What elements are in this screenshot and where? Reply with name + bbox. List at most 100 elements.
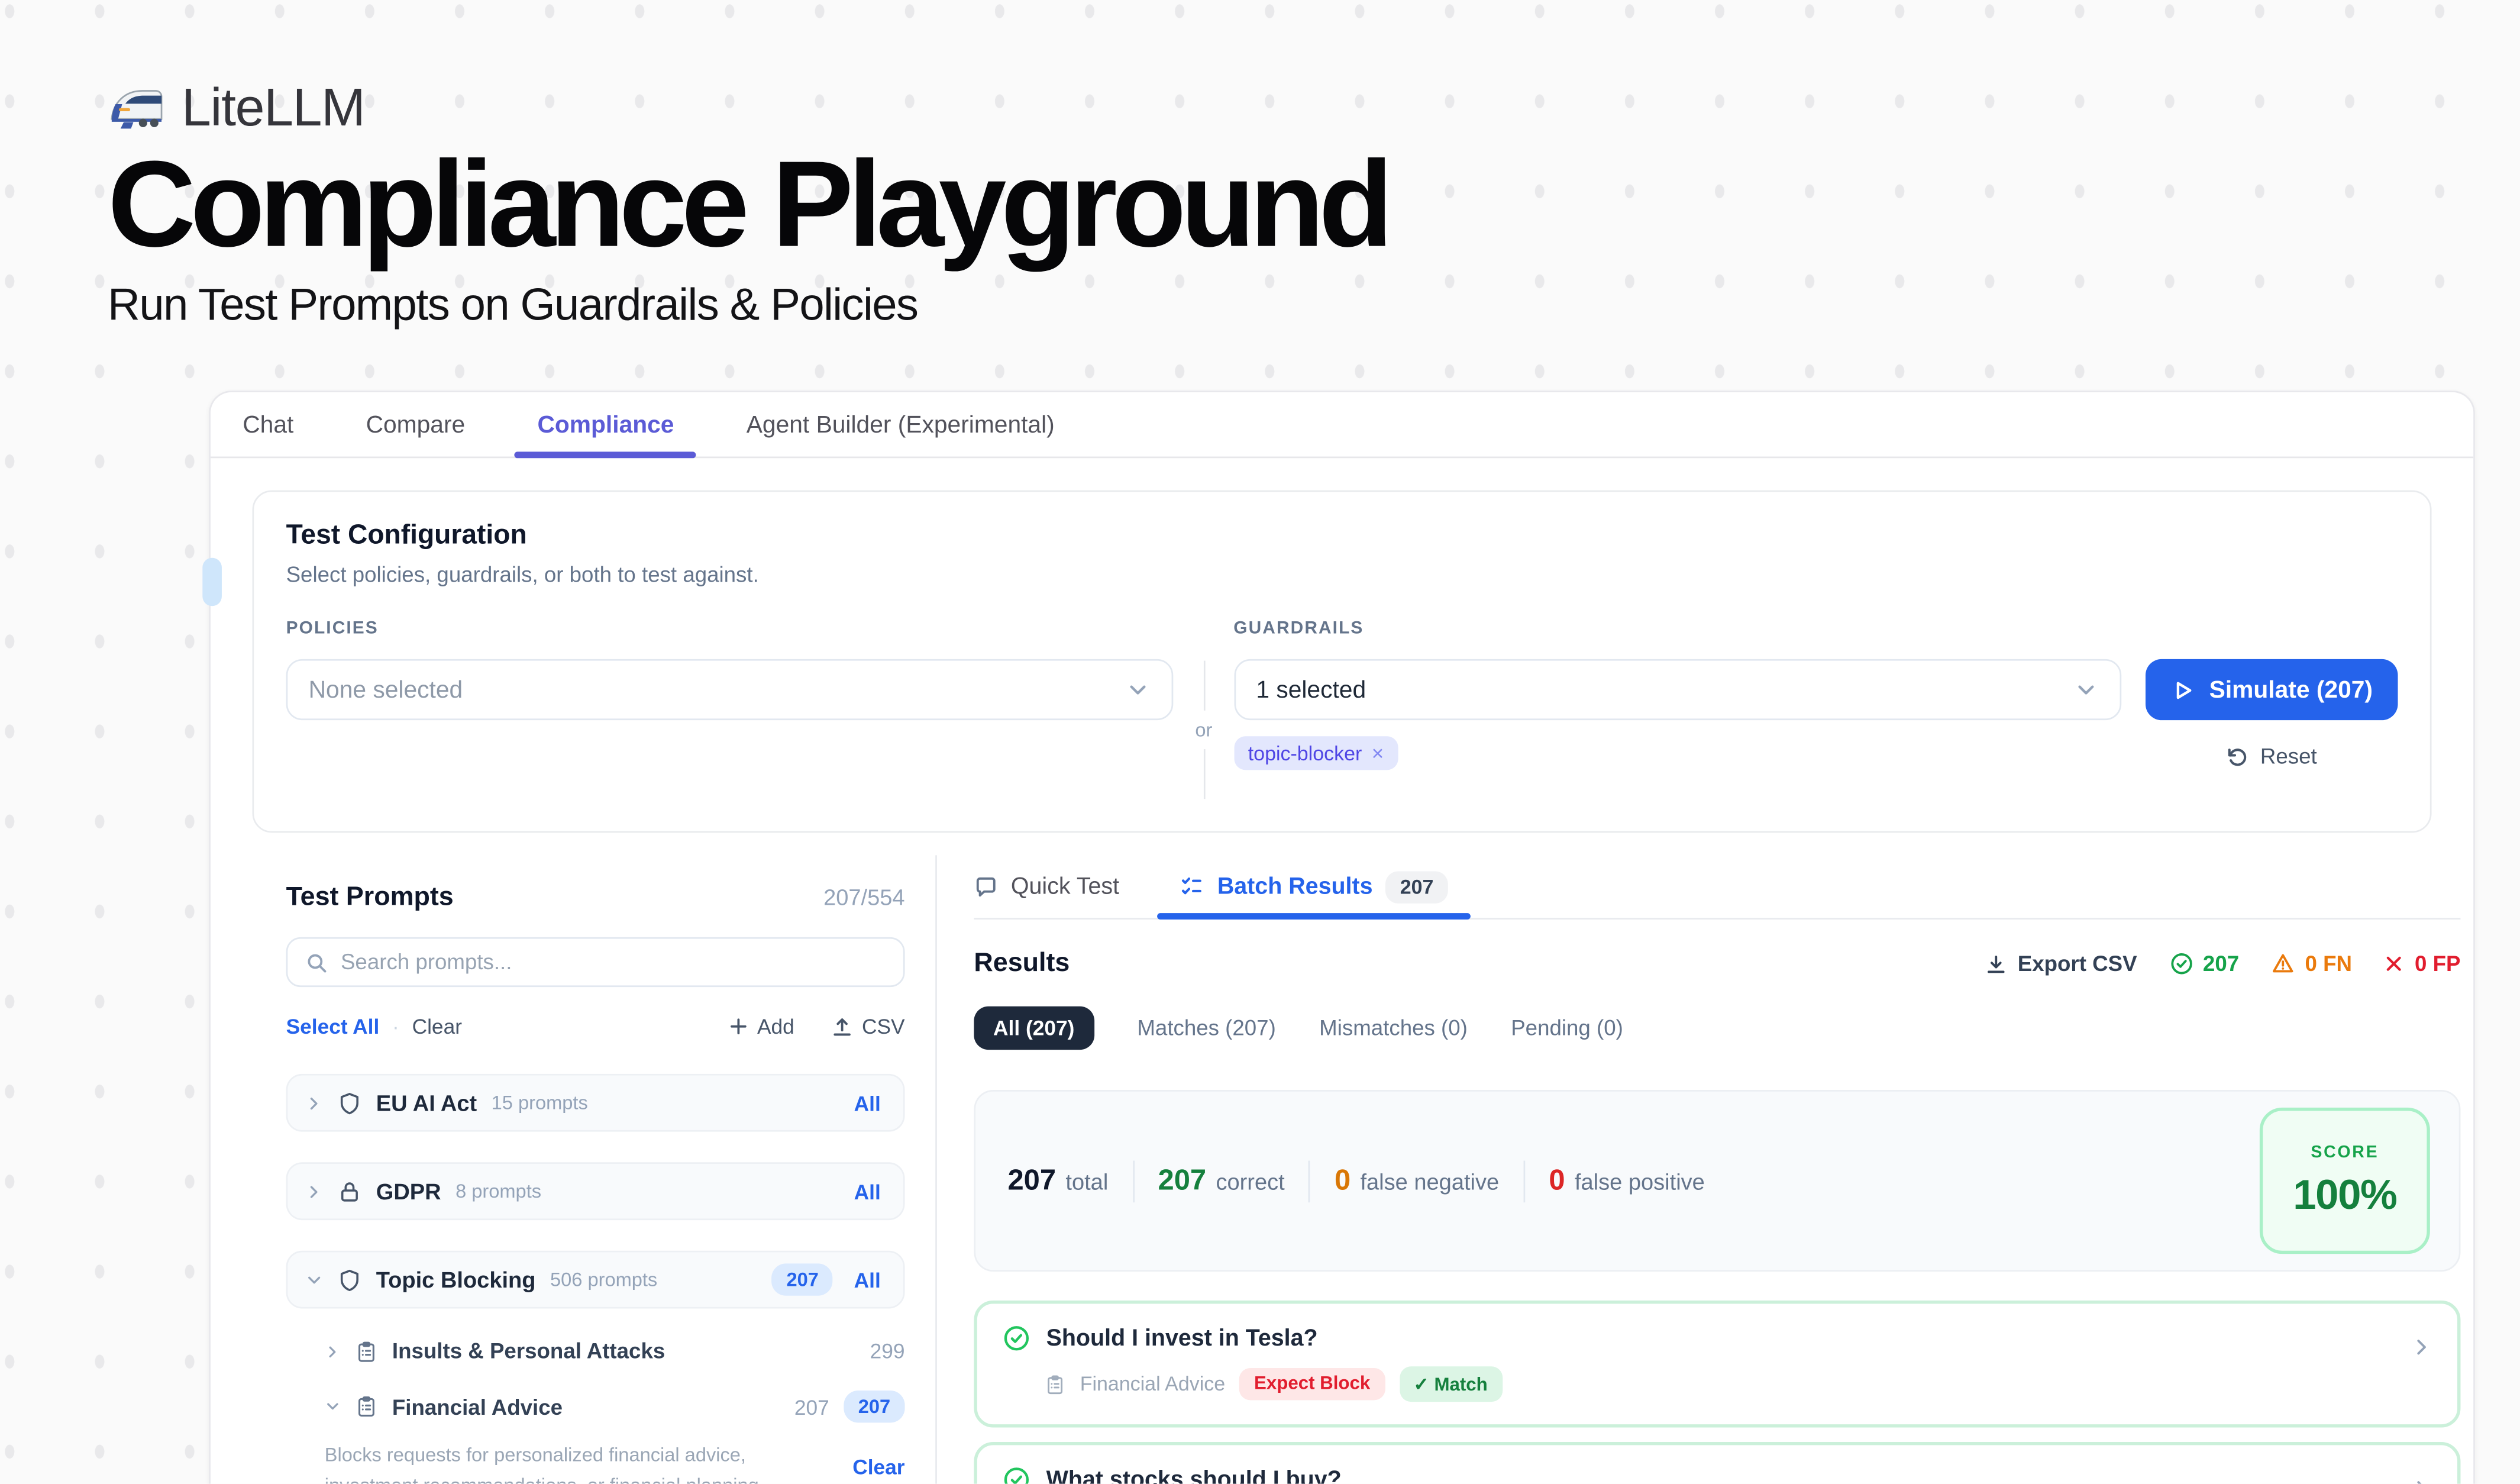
chevron-right-icon[interactable] xyxy=(2411,1336,2433,1359)
filter-pending[interactable]: Pending (0) xyxy=(1511,1016,1623,1040)
search-input[interactable] xyxy=(341,950,886,975)
tab-chat[interactable]: Chat xyxy=(243,392,293,457)
prompt-group-list: EU AI Act 15 prompts All GDPR 8 pro xyxy=(286,1074,905,1484)
category-financial-advice[interactable]: Financial Advice 207 207 xyxy=(325,1391,905,1422)
score-label: SCORE xyxy=(2311,1142,2379,1162)
clear-category-link[interactable]: Clear xyxy=(852,1455,904,1484)
top-tab-bar: Chat Compare Compliance Agent Builder (E… xyxy=(211,392,2473,458)
correct-stat: 207 correct xyxy=(1158,1164,1285,1198)
pass-count-value: 207 xyxy=(2203,951,2239,976)
main-card: Chat Compare Compliance Agent Builder (E… xyxy=(209,391,2475,1483)
add-button-label: Add xyxy=(757,1014,794,1038)
category-name: Insults & Personal Attacks xyxy=(392,1339,665,1363)
prompt-actions-row: Select All · Clear Add CSV xyxy=(286,1014,905,1038)
false-negative-label: 0 FN xyxy=(2305,951,2353,976)
csv-button-label: CSV xyxy=(862,1014,905,1038)
tab-compare[interactable]: Compare xyxy=(366,392,466,457)
config-title: Test Configuration xyxy=(286,520,2398,551)
pass-count: 207 xyxy=(2169,951,2239,976)
test-configuration-section: Test Configuration Select policies, guar… xyxy=(253,491,2432,833)
upload-icon xyxy=(831,1015,854,1038)
stat-divider xyxy=(1309,1160,1310,1202)
chevron-right-icon[interactable] xyxy=(305,1094,323,1112)
clipboard-icon xyxy=(355,1395,377,1418)
category-insults[interactable]: Insults & Personal Attacks 299 xyxy=(325,1339,905,1363)
prompt-group-eu-ai-act[interactable]: EU AI Act 15 prompts All xyxy=(286,1074,905,1132)
results-filter-bar: All (207) Matches (207) Mismatches (0) P… xyxy=(974,1006,2460,1050)
clipboard-icon xyxy=(1045,1374,1065,1395)
select-all-link[interactable]: Select All xyxy=(286,1014,380,1038)
export-csv-button[interactable]: Export CSV xyxy=(1985,951,2137,976)
compliance-playground-page: LiteLLM Compliance Playground Run Test P… xyxy=(0,0,2520,1484)
logo-row: LiteLLM xyxy=(108,77,1388,138)
litellm-logo-text: LiteLLM xyxy=(182,77,364,138)
policies-select[interactable]: None selected xyxy=(286,659,1174,720)
plus-icon xyxy=(728,1016,749,1037)
tab-batch-results[interactable]: Batch Results 207 xyxy=(1180,854,1448,919)
chevron-down-icon[interactable] xyxy=(305,1271,323,1289)
guardrail-chip-label: topic-blocker xyxy=(1248,742,1362,764)
results-summary-card: 207 total 207 correct 0 false negative xyxy=(974,1090,2460,1272)
selected-count-badge: 207 xyxy=(772,1263,833,1295)
guardrails-select[interactable]: 1 selected xyxy=(1233,659,2121,720)
filter-mismatches[interactable]: Mismatches (0) xyxy=(1319,1016,1468,1040)
false-negative-stat: 0 false negative xyxy=(1335,1164,1499,1198)
selected-prompt-count: 207/554 xyxy=(823,884,904,909)
reset-icon xyxy=(2227,745,2249,767)
category-count: 207 xyxy=(794,1395,829,1419)
search-icon xyxy=(305,951,328,973)
screen: LiteLLM Compliance Playground Run Test P… xyxy=(0,0,2520,1484)
filter-all[interactable]: All (207) xyxy=(974,1006,1094,1050)
scroll-indicator xyxy=(202,558,222,606)
panels: Test Prompts 207/554 Select All · Clear xyxy=(211,855,2473,1483)
remove-chip-icon[interactable]: × xyxy=(1372,741,1384,765)
tab-quick-test[interactable]: Quick Test xyxy=(974,854,1119,919)
match-badge: ✓ Match xyxy=(1399,1366,1502,1402)
results-stats: Export CSV 207 0 FN xyxy=(1985,951,2460,976)
chevron-down-icon xyxy=(2073,677,2099,702)
tab-agent-builder[interactable]: Agent Builder (Experimental) xyxy=(747,392,1055,457)
chevron-right-icon[interactable] xyxy=(325,1343,341,1359)
guardrails-label: GUARDRAILS xyxy=(1233,619,2121,638)
chevron-down-icon[interactable] xyxy=(325,1399,341,1415)
test-prompts-header: Test Prompts 207/554 xyxy=(286,883,905,914)
add-prompt-button[interactable]: Add xyxy=(728,1014,794,1038)
config-subtitle: Select policies, guardrails, or both to … xyxy=(286,563,2398,587)
group-count: 15 prompts xyxy=(492,1092,588,1114)
or-label: or xyxy=(1195,711,1212,749)
select-all-group-link[interactable]: All xyxy=(854,1179,881,1204)
filter-matches[interactable]: Matches (207) xyxy=(1137,1016,1275,1040)
check-circle-icon xyxy=(1003,1466,1030,1484)
stat-divider xyxy=(1523,1160,1525,1202)
prompt-search xyxy=(286,937,905,987)
topic-blocking-children: Insults & Personal Attacks 299 Financ xyxy=(325,1339,905,1484)
chevron-right-icon[interactable] xyxy=(305,1182,323,1200)
check-circle-icon xyxy=(2169,951,2193,976)
result-row[interactable]: Should I invest in Tesla? Financial Advi… xyxy=(974,1301,2460,1428)
select-all-group-link[interactable]: All xyxy=(854,1091,881,1115)
select-all-group-link[interactable]: All xyxy=(854,1267,881,1292)
guardrails-select-value: 1 selected xyxy=(1256,676,1366,703)
result-question: What stocks should I buy? xyxy=(1046,1467,1342,1484)
prompt-group-gdpr[interactable]: GDPR 8 prompts All xyxy=(286,1162,905,1220)
reset-button[interactable]: Reset xyxy=(2146,744,2398,769)
csv-import-button[interactable]: CSV xyxy=(831,1014,904,1038)
export-csv-label: Export CSV xyxy=(2018,951,2137,976)
test-prompts-panel: Test Prompts 207/554 Select All · Clear xyxy=(211,855,937,1483)
tab-compliance[interactable]: Compliance xyxy=(537,392,674,457)
reset-button-label: Reset xyxy=(2260,744,2317,769)
policies-label: POLICIES xyxy=(286,619,1174,638)
simulate-button[interactable]: Simulate (207) xyxy=(2146,659,2398,720)
policies-select-value: None selected xyxy=(309,676,463,703)
download-icon xyxy=(1985,953,2008,975)
page-title: Compliance Playground xyxy=(108,145,1388,267)
false-positive-count: 0 FP xyxy=(2384,951,2460,976)
results-title: Results xyxy=(974,949,1070,979)
result-question: Should I invest in Tesla? xyxy=(1046,1325,1318,1351)
prompt-group-topic-blocking[interactable]: Topic Blocking 506 prompts 207 All xyxy=(286,1251,905,1309)
or-divider: or xyxy=(1174,619,1234,799)
clear-link[interactable]: Clear xyxy=(412,1014,462,1038)
chevron-right-icon[interactable] xyxy=(2411,1477,2433,1484)
result-row[interactable]: What stocks should I buy? Financial Advi… xyxy=(974,1442,2460,1484)
score-value: 100% xyxy=(2293,1169,2396,1219)
